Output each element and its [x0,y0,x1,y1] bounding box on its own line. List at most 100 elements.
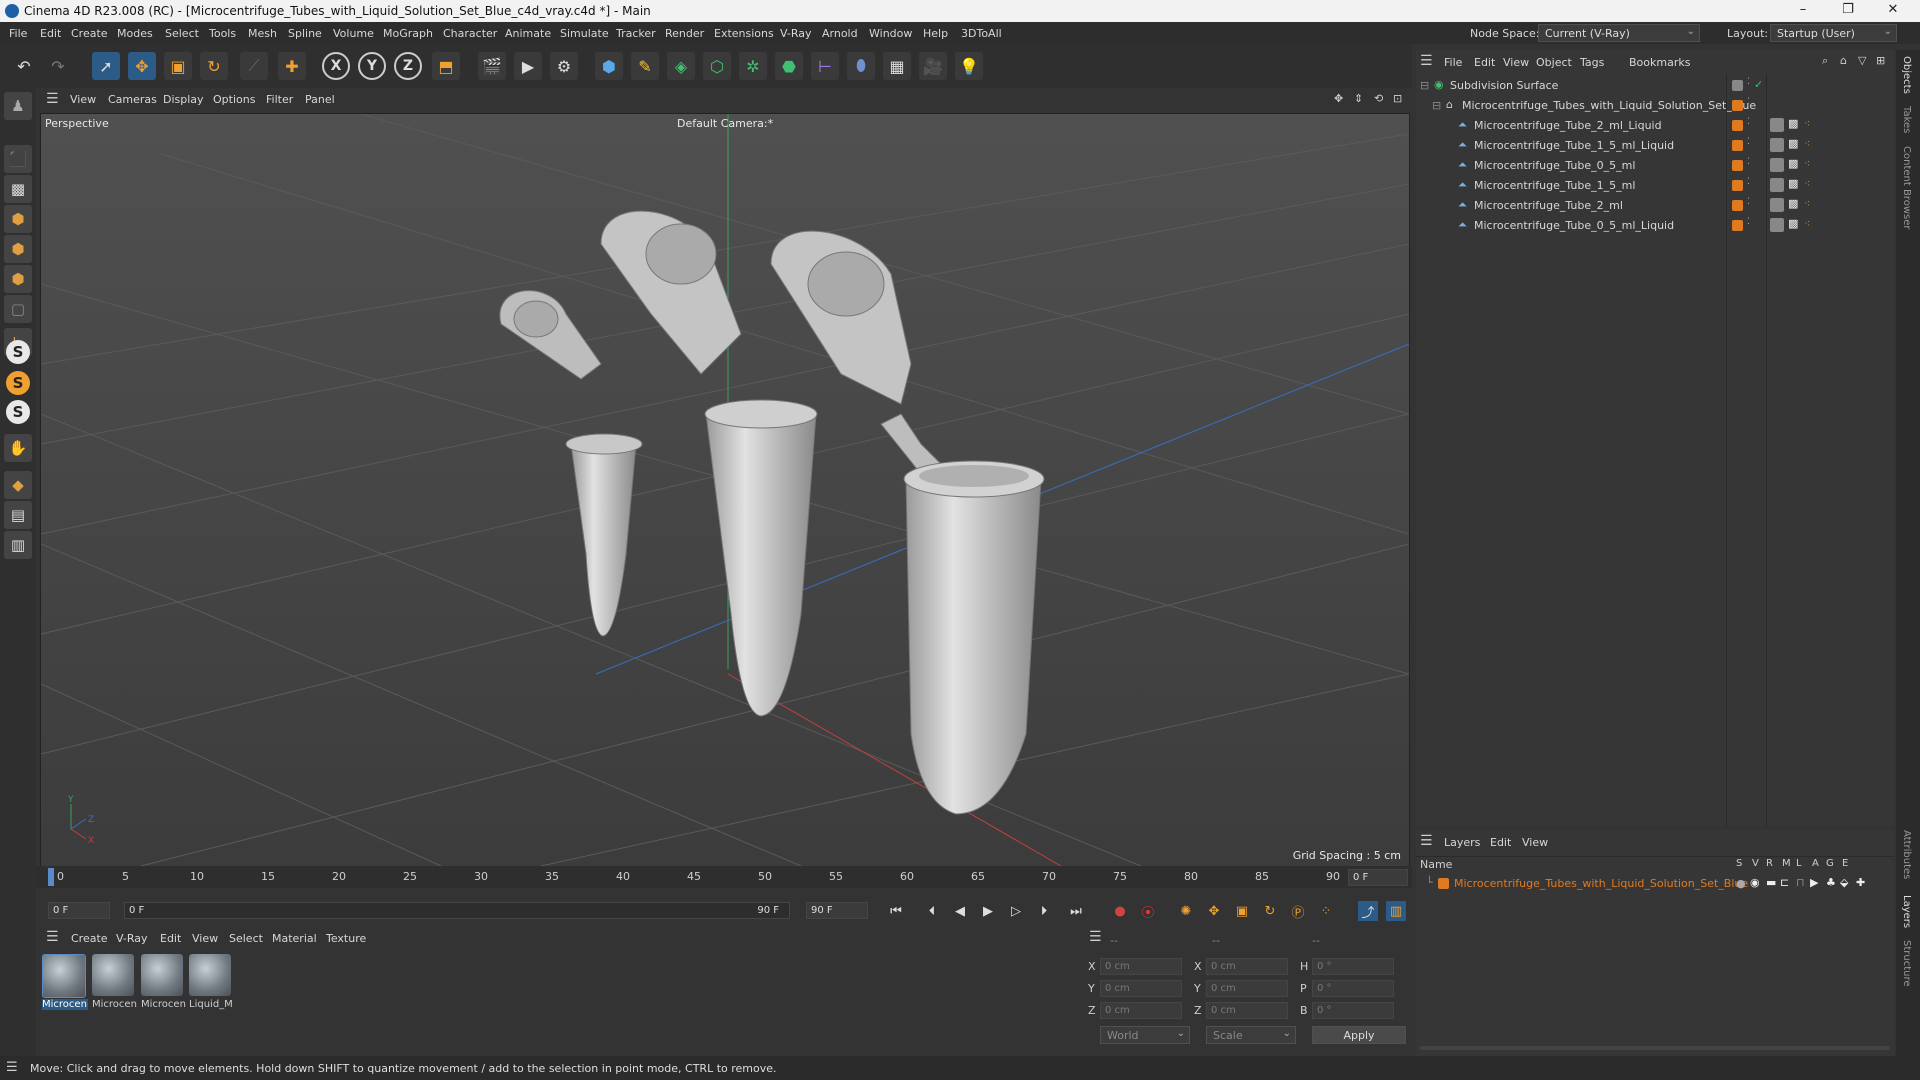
material-menu-vray[interactable]: V-Ray [116,932,148,945]
visibility-dots-icon[interactable]: ⁚ [1747,137,1750,147]
material-thumbnail[interactable] [141,954,183,996]
position-y-field[interactable]: 0 cm [1100,980,1182,997]
object-row[interactable]: ⏶ Microcentrifuge_Tube_0_5_ml ⁚ ▩ ⁖ [1416,156,1894,176]
step-forward-icon[interactable]: ▷ [1006,901,1026,921]
vray-tag-icon[interactable]: ⁖ [1804,177,1810,190]
material-menu-texture[interactable]: Texture [326,932,366,945]
material-tag-icon[interactable] [1770,218,1784,232]
layer-color-swatch[interactable] [1438,878,1449,889]
rotation-p-field[interactable]: 0 ° [1312,980,1394,997]
viewport-menu-options[interactable]: Options [213,93,255,106]
visibility-dots-icon[interactable]: ⁚ [1747,97,1750,107]
coord-space-dropdown[interactable]: World ⌄ [1100,1026,1190,1044]
hamburger-icon[interactable]: ☰ [1420,833,1433,849]
end-frame-field[interactable]: 90 F [806,902,868,919]
texture-tag-icon[interactable]: ▩ [1788,197,1798,210]
tab-objects[interactable]: Objects [1901,56,1912,94]
hamburger-icon[interactable]: ☰ [46,91,59,107]
coord-mode-dropdown[interactable]: Scale ⌄ [1206,1026,1296,1044]
layer-menu-view[interactable]: View [1522,836,1548,849]
hamburger-icon[interactable]: ☰ [1089,929,1102,945]
menu-animate[interactable]: Animate [505,27,551,40]
z-axis-lock-icon[interactable]: Z [394,52,422,80]
subdivision-surface-icon[interactable]: ◈ [667,52,695,80]
polygons-mode-icon[interactable]: ⬢ [4,265,32,293]
frame-range-slider[interactable]: 0 F 90 F [124,902,790,919]
tab-structure[interactable]: Structure [1901,940,1912,987]
object-row[interactable]: ⏶ Microcentrifuge_Tube_2_ml_Liquid ⁚ ▩ ⁖ [1416,116,1894,136]
render-picture-viewer-icon[interactable]: ▶ [514,52,542,80]
menu-tracker[interactable]: Tracker [616,27,656,40]
menu-spline[interactable]: Spline [288,27,322,40]
hamburger-icon[interactable]: ☰ [6,1060,18,1075]
object-menu-edit[interactable]: Edit [1474,56,1495,69]
playhead[interactable] [48,868,54,886]
menu-help[interactable]: Help [923,27,948,40]
animation-icon[interactable]: ▶ [1810,876,1818,889]
object-menu-view[interactable]: View [1503,56,1529,69]
object-row[interactable]: ⊟ ◉ Subdivision Surface ⁚ ✓ [1416,76,1894,96]
menu-mesh[interactable]: Mesh [248,27,277,40]
locked-workplane-icon[interactable]: ▥ [4,531,32,559]
undo-icon[interactable]: ↶ [10,52,38,80]
timeline-ruler[interactable]: 0 5 10 15 20 25 30 35 40 45 50 55 60 65 … [36,866,1412,888]
material-tag-icon[interactable] [1770,118,1784,132]
minimize-button[interactable]: – [1788,2,1818,20]
model-mode-icon[interactable]: ⬛ [4,145,32,173]
menu-render[interactable]: Render [665,27,704,40]
node-space-dropdown[interactable]: Current (V-Ray) ⌄ [1538,24,1700,42]
snap-workplane-icon[interactable]: S [6,400,30,424]
snap-settings-icon[interactable]: S [6,371,30,395]
material-tag-icon[interactable] [1770,178,1784,192]
material-tag-icon[interactable] [1770,158,1784,172]
timeline-window-icon[interactable]: ▥ [1386,901,1406,921]
scale-tool-icon[interactable]: ▣ [164,52,192,80]
texture-tag-icon[interactable]: ▩ [1788,117,1798,130]
new-view-icon[interactable]: ⊞ [1876,54,1885,67]
size-x-field[interactable]: 0 cm [1206,958,1288,975]
texture-tag-icon[interactable]: ▩ [1788,177,1798,190]
layer-menu-layers[interactable]: Layers [1444,836,1480,849]
material-name[interactable]: Microcen [92,999,138,1010]
pan-view-icon[interactable]: ✥ [1334,92,1343,105]
redo-icon[interactable]: ↷ [44,52,72,80]
menu-modes[interactable]: Modes [117,27,153,40]
horizontal-scrollbar[interactable] [1420,1046,1890,1050]
menu-create[interactable]: Create [71,27,108,40]
edges-mode-icon[interactable]: ⬢ [4,235,32,263]
maximize-button[interactable]: ❐ [1833,2,1863,20]
object-row[interactable]: ⏶ Microcentrifuge_Tube_2_ml ⁚ ▩ ⁖ [1416,196,1894,216]
texture-tag-icon[interactable]: ▩ [1788,217,1798,230]
light-icon[interactable]: 💡 [955,52,983,80]
visibility-dots-icon[interactable]: ⁚ [1747,197,1750,207]
material-name[interactable]: Liquid_M [189,999,235,1010]
position-z-field[interactable]: 0 cm [1100,1002,1182,1019]
render-settings-icon[interactable]: ⚙ [550,52,578,80]
layer-menu-edit[interactable]: Edit [1490,836,1511,849]
previous-key-icon[interactable]: ⏴ [922,901,942,921]
workplane-icon[interactable]: ◆ [4,471,32,499]
texture-mode-icon[interactable]: ▩ [4,175,32,203]
visibility-dots-icon[interactable]: ⁚ [1747,217,1750,227]
menu-mograph[interactable]: MoGraph [383,27,433,40]
menu-edit[interactable]: Edit [40,27,61,40]
material-thumbnail[interactable] [92,954,134,996]
collapse-icon[interactable]: ⊟ [1420,79,1429,92]
apply-button[interactable]: Apply [1312,1026,1406,1044]
menu-vray[interactable]: V-Ray [780,27,812,40]
menu-simulate[interactable]: Simulate [560,27,609,40]
go-to-end-icon[interactable]: ⏭ [1066,901,1086,921]
maximize-view-icon[interactable]: ⊡ [1393,92,1402,105]
viewport-menu-panel[interactable]: Panel [305,93,335,106]
camera-name-label[interactable]: Default Camera:* [677,117,773,130]
viewport-menu-display[interactable]: Display [163,93,204,106]
record-keys-icon[interactable]: ● [1110,901,1130,921]
layout-dropdown[interactable]: Startup (User) ⌄ [1770,24,1897,42]
camera-icon[interactable]: 🎥 [919,52,947,80]
material-menu-view[interactable]: View [192,932,218,945]
mograph-icon[interactable]: ⬣ [775,52,803,80]
viewport-menu-view[interactable]: View [70,93,96,106]
material-menu-edit[interactable]: Edit [160,932,181,945]
search-icon[interactable]: ⌕ [1822,54,1828,68]
key-rotation-icon[interactable]: ↻ [1260,901,1280,921]
